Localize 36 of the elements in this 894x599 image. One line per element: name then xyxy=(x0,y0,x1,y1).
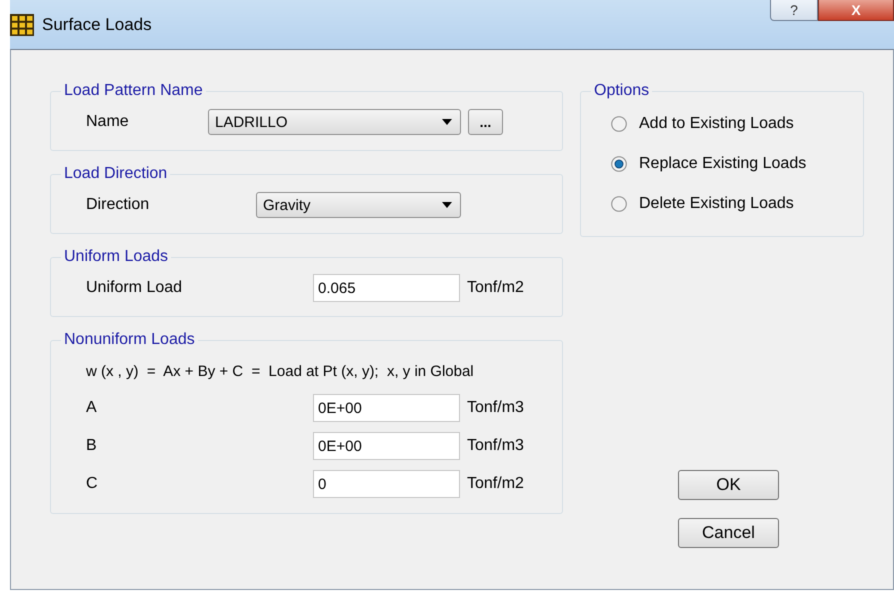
caret-icon xyxy=(442,202,452,208)
field-label: Direction xyxy=(86,196,150,214)
uniform-load-field[interactable]: 0.065 xyxy=(313,274,460,302)
coefficient-field[interactable]: 0E+00 xyxy=(313,394,460,422)
grid-icon xyxy=(10,14,34,36)
caret-icon xyxy=(442,119,452,125)
unit-label: Tonf/m3 xyxy=(467,399,524,417)
unit-label: Tonf/m2 xyxy=(467,475,524,493)
group-title: Load Direction xyxy=(63,165,168,183)
field-label: A xyxy=(86,399,98,417)
group-title: Uniform Loads xyxy=(63,248,170,266)
radio-button[interactable] xyxy=(611,156,627,172)
formula-text: w (x , y) = Ax + By + C = Load at Pt (x, y); x, y in Global xyxy=(86,362,475,382)
coefficient-field[interactable]: 0 xyxy=(313,470,460,498)
unit-label: Tonf/m3 xyxy=(467,437,524,455)
group-title: Options xyxy=(593,82,650,100)
unit-label: Tonf/m2 xyxy=(467,279,524,297)
group-title: Nonuniform Loads xyxy=(63,331,196,349)
window-title: Surface Loads xyxy=(42,14,152,34)
field-label: C xyxy=(86,475,99,493)
field-label: Uniform Load xyxy=(86,279,184,297)
option-label[interactable]: Delete Existing Loads xyxy=(639,195,794,213)
option-label[interactable]: Replace Existing Loads xyxy=(639,155,806,173)
dialog-button[interactable]: Cancel xyxy=(678,518,779,548)
direction-dropdown[interactable]: Gravity xyxy=(256,192,461,218)
field-label: Name xyxy=(86,113,130,131)
option-label[interactable]: Add to Existing Loads xyxy=(639,115,794,133)
dialog-button[interactable]: OK xyxy=(678,470,779,500)
radio-button[interactable] xyxy=(611,116,627,132)
coefficient-field[interactable]: 0E+00 xyxy=(313,432,460,460)
radio-button[interactable] xyxy=(611,196,627,212)
pattern-dropdown[interactable]: LADRILLO xyxy=(208,109,461,135)
field-label: B xyxy=(86,437,98,455)
group-title: Load Pattern Name xyxy=(63,82,204,100)
help-button[interactable]: ? xyxy=(770,0,818,21)
browse-button[interactable]: ... xyxy=(468,109,503,135)
